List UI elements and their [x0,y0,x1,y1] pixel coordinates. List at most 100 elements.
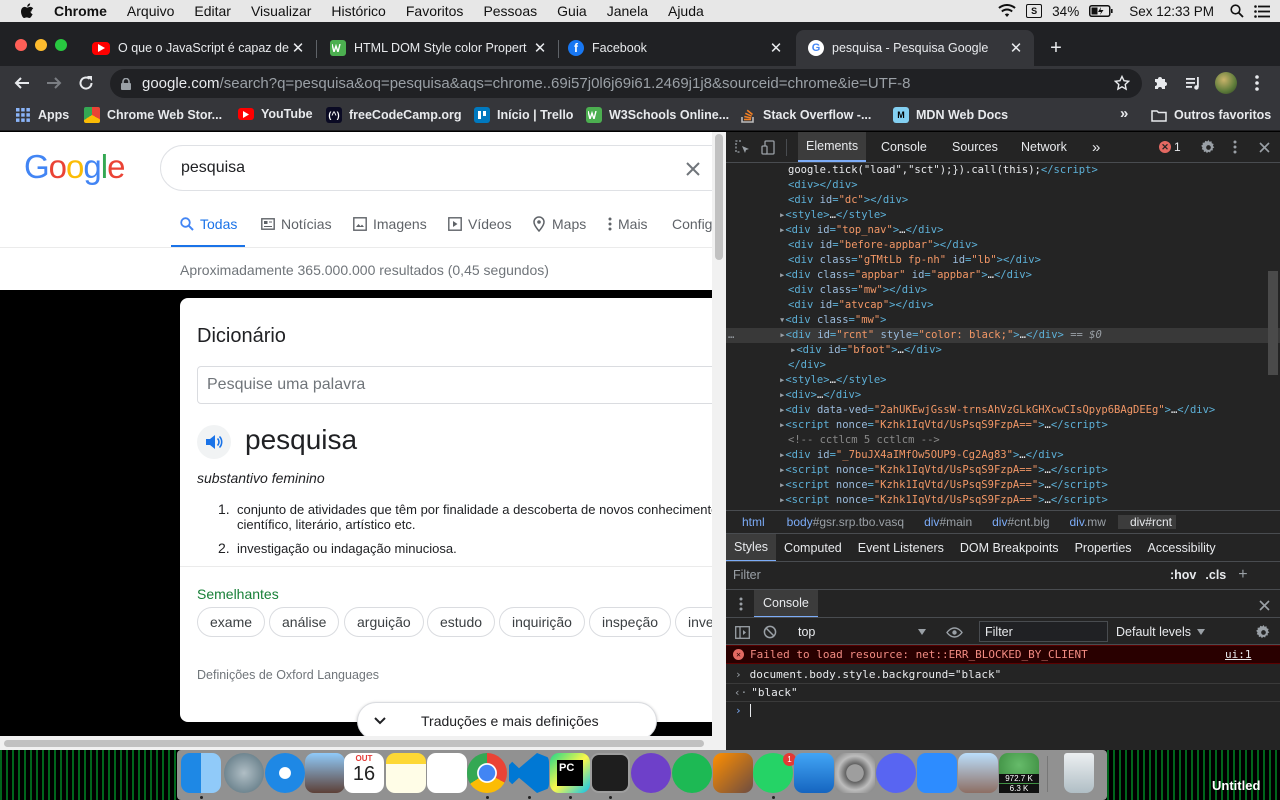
synonym-chip[interactable]: arguição [344,607,424,637]
devtools-tab-network[interactable]: Network [1013,132,1075,162]
launchpad-rocket-icon[interactable] [224,753,264,793]
synonym-chip[interactable]: inspeção [589,607,672,637]
dom-node[interactable]: <div id="dc"></div> [788,193,908,208]
styles-tab[interactable]: Properties [1067,534,1140,562]
dom-node[interactable]: ▸<div class="appbar" id="appbar">…</div> [779,268,1032,283]
drawer-tab-console[interactable]: Console [754,590,818,618]
menu-clock[interactable]: Sex 12:33 PM [1129,4,1214,19]
github-desktop-icon[interactable] [631,753,671,793]
search-tab-maps[interactable]: Maps [533,216,586,232]
menu-item[interactable]: Favoritos [406,3,464,19]
search-tab-news[interactable]: Notícias [261,216,332,232]
search-box[interactable]: pesquisa [160,145,712,191]
inspect-element-icon[interactable] [734,139,750,155]
reload-icon[interactable] [76,73,96,93]
bookmark-freecodecamp[interactable]: (^) freeCodeCamp.org [326,107,462,123]
dom-node[interactable]: ▸<div id="top_nav">…</div> [779,223,943,238]
styles-tab[interactable]: Styles [726,533,777,562]
context-selector[interactable]: top [792,618,932,645]
dom-node[interactable]: </div> [788,358,826,373]
wifi-icon[interactable] [998,4,1016,18]
close-devtools-icon[interactable] [1256,139,1272,155]
pronunciation-speaker-icon[interactable] [197,425,231,459]
tab-google-search[interactable]: G pesquisa - Pesquisa Google ✕ [796,30,1034,66]
dictionary-search-input[interactable]: Pesquise uma palavra [197,366,712,404]
tab-facebook[interactable]: f Facebook ✕ [556,30,794,66]
new-style-rule-icon[interactable]: + [1238,566,1247,584]
devtools-tab-console[interactable]: Console [873,132,935,162]
dom-node[interactable]: <div class="mw"></div> [788,283,927,298]
more-options-icon[interactable] [1248,74,1266,92]
breadcrumb-item[interactable]: body#gsr.srp.tbo.vasq [779,515,904,529]
calendar-icon[interactable]: OUT 16 [344,753,384,793]
menu-item[interactable]: Editar [194,3,231,19]
devtools-more-tabs[interactable]: » [1084,132,1108,162]
settings-gear-icon[interactable] [1200,139,1216,155]
menu-item[interactable]: Visualizar [251,3,311,19]
error-count[interactable]: 1 [1174,140,1181,154]
address-bar[interactable]: google.com/search?q=pesquisa&oq=pesquisa… [110,69,1142,98]
dom-tree[interactable]: google.tick("load","sct");}).call(this);… [726,163,1280,508]
dom-node[interactable]: <div class="gTMtLb fp-nh" id="lb"></div> [788,253,1041,268]
extensions-puzzle-icon[interactable] [1152,74,1170,92]
spotify-icon[interactable] [672,753,712,793]
safari-compass-icon[interactable] [265,753,305,793]
menu-item[interactable]: Arquivo [127,3,174,19]
mail-eagle-icon[interactable] [305,753,345,793]
console-prompt[interactable]: › [726,701,1280,718]
finder-icon[interactable] [181,753,221,793]
dom-node[interactable]: ▸<style>…</style> [779,208,887,223]
close-tab-icon[interactable]: ✕ [1008,39,1024,57]
clear-console-icon[interactable] [762,624,778,640]
dom-comment[interactable]: <!-- cctlcm 5 cctlcm --> [788,433,940,448]
dom-node[interactable]: <div id="before-appbar"></div> [788,238,978,253]
more-definitions-button[interactable]: Traduções e mais definições [357,702,657,736]
pycharm-icon[interactable]: PC [550,753,590,793]
dom-node[interactable]: <div></div> [788,178,858,193]
keyboard-input-icon[interactable]: S [1026,4,1043,18]
breadcrumb-item[interactable]: html [734,515,765,529]
bookmark-other-folder[interactable]: Outros favoritos [1151,107,1271,123]
search-tab-all[interactable]: Todas [180,216,237,232]
tab-youtube[interactable]: O que o JavaScript é capaz de ✕ [80,30,316,66]
close-tab-icon[interactable]: ✕ [532,39,548,57]
console-source-link[interactable]: ui:1 [1225,648,1252,661]
bookmark-star-icon[interactable] [1114,75,1130,91]
synonym-chip[interactable]: inquirição [499,607,585,637]
window-close-button[interactable] [15,39,27,51]
bookmark-youtube[interactable]: YouTube [238,107,313,121]
scrollbar-thumb[interactable] [4,740,704,747]
terminal-icon[interactable] [590,753,630,793]
synonym-chip[interactable]: investigação [675,607,712,637]
drawer-menu-icon[interactable] [738,597,744,611]
devtools-tab-sources[interactable]: Sources [944,132,1006,162]
forward-arrow-icon[interactable] [44,73,64,93]
synonym-chip[interactable]: exame [197,607,266,637]
back-arrow-icon[interactable] [12,73,32,93]
search-tab-videos[interactable]: Vídeos [448,216,512,232]
bookmark-trello[interactable]: Início | Trello [474,107,573,123]
notes-icon[interactable] [386,753,426,793]
breadcrumb-item[interactable]: div#main [916,515,972,529]
window-zoom-button[interactable] [55,39,67,51]
styles-filter-input[interactable]: Filter [733,568,1158,582]
search-tab-more[interactable]: Mais [608,216,648,232]
synonym-chip[interactable]: estudo [427,607,496,637]
devtools-menu-icon[interactable] [1229,139,1241,155]
breadcrumb-item[interactable]: div#cnt.big [984,515,1049,529]
synonym-chip[interactable]: análise [269,607,340,637]
dom-node[interactable]: ▸<div data-ved="2ahUKEwjGssW-trnsAhVzGLk… [779,403,1215,418]
bookmarks-overflow-chevron[interactable]: » [1120,105,1128,122]
dom-node[interactable]: ▸<script nonce="Kzhk1IqVtd/UsPsqS9FzpA==… [779,493,1108,508]
scrollbar-thumb[interactable] [715,134,723,260]
reminders-icon[interactable] [427,753,467,793]
dom-node[interactable]: ▸<div id="bfoot">…</div> [790,343,942,358]
bookmark-stack-overflow[interactable]: Stack Overflow -... [740,107,871,123]
styles-tab[interactable]: Event Listeners [850,534,952,562]
bookmark-chrome-web-store[interactable]: Chrome Web Stor... [84,107,222,123]
log-levels-dropdown[interactable]: Default levels [1116,618,1206,645]
bookmark-w3schools[interactable]: W3Schools Online... [586,107,729,123]
menu-item[interactable]: Guia [557,3,587,19]
window-minimize-button[interactable] [35,39,47,51]
live-expression-eye-icon[interactable] [945,624,963,640]
